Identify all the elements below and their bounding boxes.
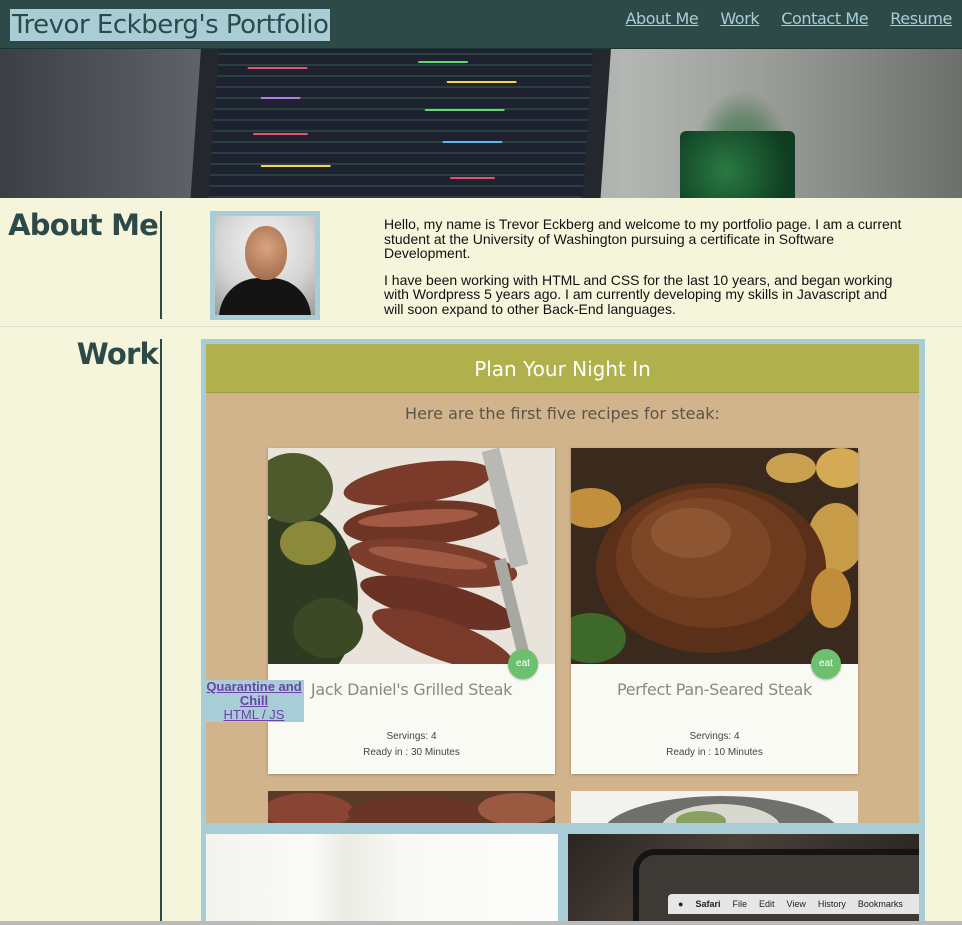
recipe-card-partial [268, 791, 555, 823]
apple-icon: ● [678, 899, 684, 909]
window-bottom-edge [0, 921, 962, 925]
project-thumbnail[interactable] [206, 834, 558, 925]
site-title: Trevor Eckberg's Portfolio [10, 9, 331, 41]
hero-image [0, 49, 962, 198]
main-nav: About Me Work Contact Me Resume [625, 9, 952, 28]
recipe-title: Perfect Pan-Seared Steak [616, 680, 813, 699]
recipe-card[interactable]: eat Perfect Pan-Seared Steak Servings: 4… [571, 448, 858, 774]
section-divider [0, 326, 962, 327]
recipe-card-partial [571, 791, 858, 823]
safari-menu-bar: ● Safari File Edit View History Bookmark… [668, 894, 919, 914]
recipe-servings: Servings: 4 [689, 731, 740, 742]
recipe-photo [268, 448, 555, 664]
recipe-servings: Servings: 4 [386, 731, 437, 742]
work-divider [160, 339, 162, 925]
project-thumbnail[interactable]: ● Safari File Edit View History Bookmark… [568, 834, 919, 925]
recipe-meta: Servings: 4 Ready in : 10 Minutes [571, 729, 858, 761]
code-screen [208, 49, 594, 198]
plant-pot [680, 131, 795, 198]
site-header: Trevor Eckberg's Portfolio About Me Work… [0, 0, 962, 49]
app-subtitle: Here are the first five recipes for stea… [405, 404, 720, 423]
about-divider [160, 211, 162, 319]
eat-button[interactable]: eat [811, 649, 841, 679]
about-heading: About Me [8, 208, 159, 242]
safari-menu-item: File [732, 899, 747, 909]
safari-menu-item: History [817, 899, 846, 909]
nav-link-contact[interactable]: Contact Me [781, 9, 868, 28]
project-label[interactable]: Quarantine and Chill HTML / JS [204, 680, 304, 722]
app-title: Plan Your Night In [206, 344, 919, 393]
recipe-title: Jack Daniel's Grilled Steak [310, 680, 513, 699]
about-text: Hello, my name is Trevor Eckberg and wel… [384, 217, 909, 328]
eat-button[interactable]: eat [508, 649, 538, 679]
profile-photo [215, 216, 315, 315]
safari-menu-item: View [786, 899, 806, 909]
nav-link-work[interactable]: Work [720, 9, 759, 28]
profile-frame [210, 211, 320, 320]
safari-menu-item: Safari [695, 899, 721, 909]
recipe-meta: Servings: 4 Ready in : 30 Minutes [268, 729, 555, 761]
about-paragraph: Hello, my name is Trevor Eckberg and wel… [384, 216, 902, 261]
project-featured[interactable]: Plan Your Night In Here are the first fi… [206, 344, 919, 823]
recipe-card[interactable]: eat Jack Daniel's Grilled Steak Servings… [268, 448, 555, 774]
recipe-photo [571, 448, 858, 664]
about-paragraph: I have been working with HTML and CSS fo… [384, 271, 893, 317]
project-name-link[interactable]: Quarantine and Chill [204, 680, 304, 708]
laptop-illustration [188, 49, 612, 198]
recipe-ready-time: Ready in : 30 Minutes [363, 747, 460, 758]
work-heading: Work [76, 337, 159, 371]
safari-menu-item: Edit [758, 899, 775, 909]
nav-link-about[interactable]: About Me [625, 9, 698, 28]
nav-link-resume[interactable]: Resume [890, 9, 952, 28]
recipe-ready-time: Ready in : 10 Minutes [666, 747, 763, 758]
safari-menu-item: Bookmarks [857, 899, 903, 909]
project-tech-link[interactable]: HTML / JS [204, 708, 304, 722]
